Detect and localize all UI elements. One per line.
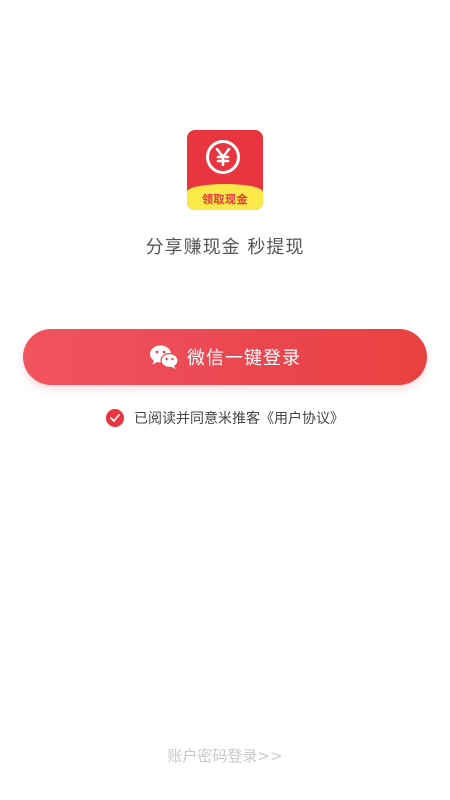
logo-banner-text: 领取现金 <box>202 193 248 206</box>
login-screen: 领取现金 分享赚现金 秒提现 微信一键登录 已阅读并同意米推客《用户协议》 账户… <box>0 0 450 800</box>
check-icon <box>110 414 120 422</box>
slogan: 分享赚现金 秒提现 <box>145 237 305 258</box>
agreement-checkbox[interactable] <box>106 409 124 427</box>
user-agreement-link[interactable]: 已阅读并同意米推客《用户协议》 <box>134 408 344 428</box>
account-password-login-link[interactable]: 账户密码登录>> <box>0 745 450 766</box>
app-logo: 领取现金 <box>187 130 263 210</box>
agreement-row: 已阅读并同意米推客《用户协议》 <box>0 408 450 428</box>
yen-icon <box>206 140 240 174</box>
wechat-login-button[interactable]: 微信一键登录 <box>23 329 427 385</box>
wechat-login-label: 微信一键登录 <box>187 348 301 369</box>
logo-banner: 领取现金 <box>187 184 263 210</box>
wechat-icon <box>150 345 179 369</box>
